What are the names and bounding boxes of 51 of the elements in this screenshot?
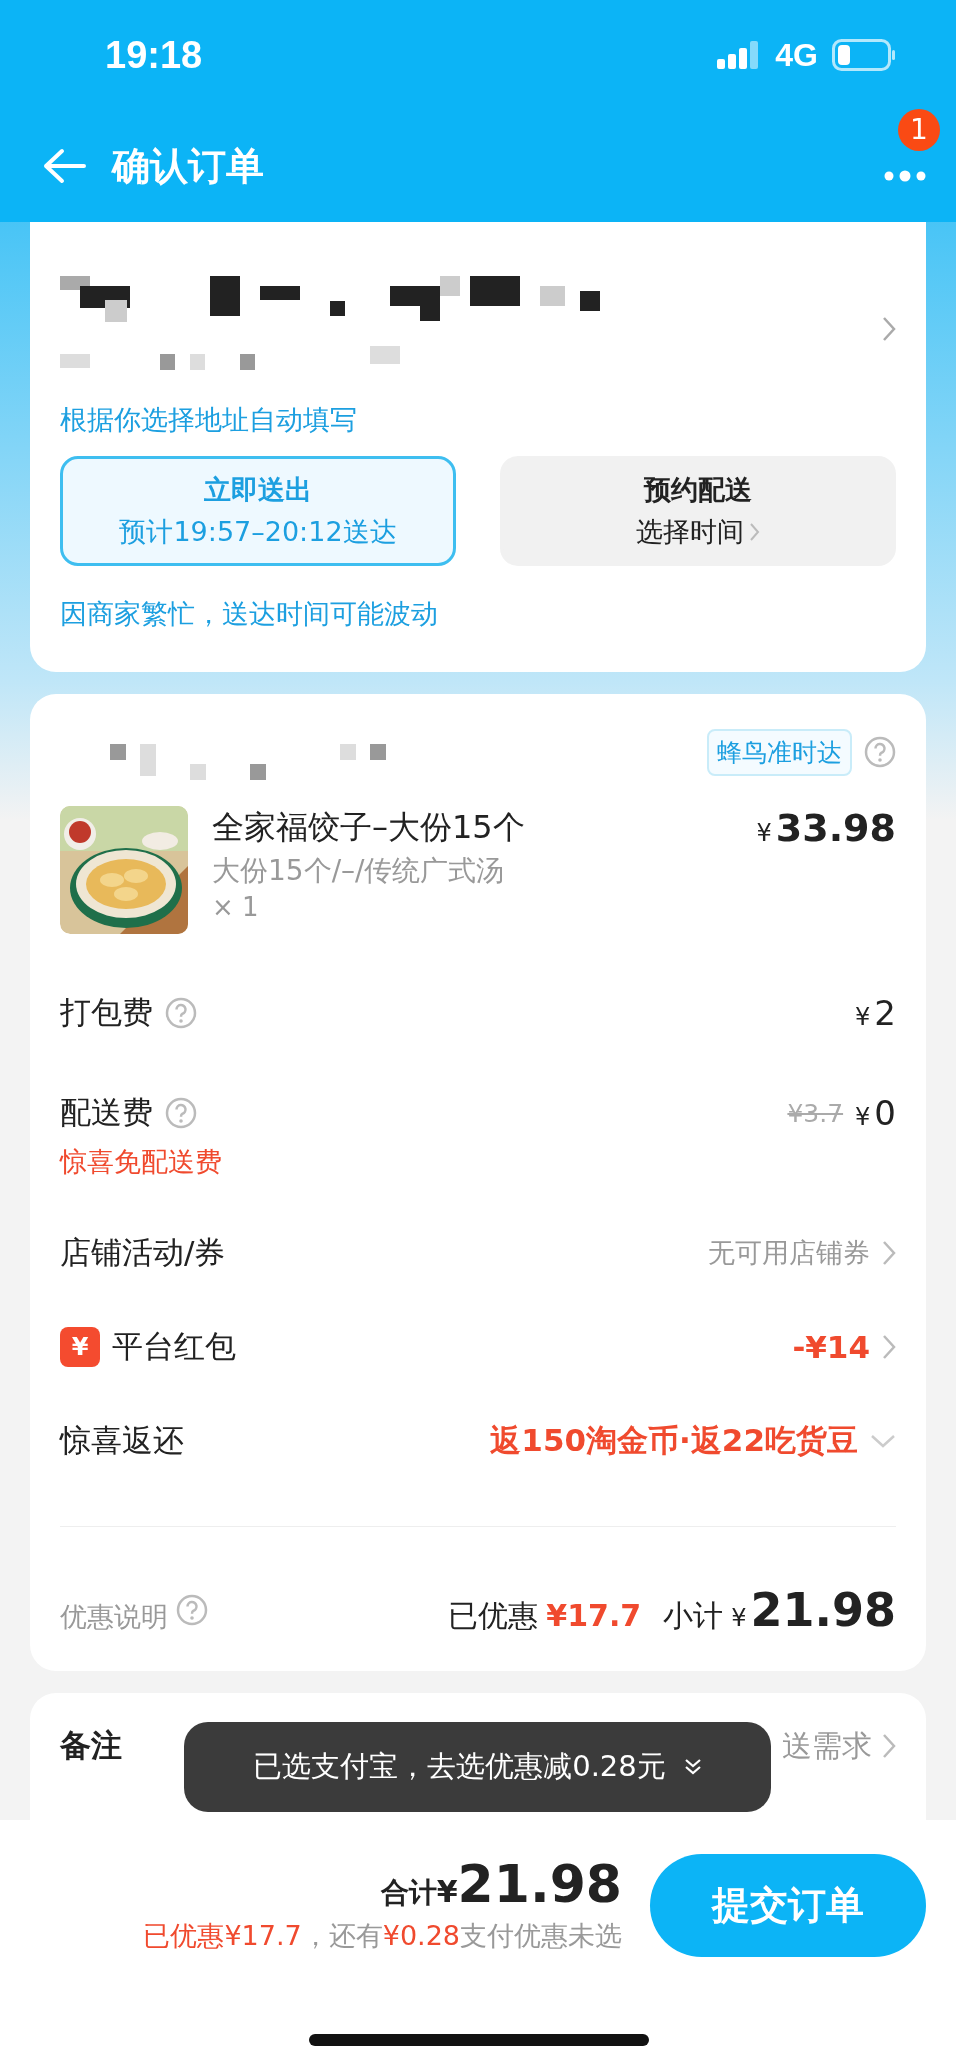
item-spec: 大份15个/–/传统广式汤 — [212, 853, 506, 889]
chevron-right-icon[interactable] — [882, 1240, 896, 1266]
original-fee: ¥3.7 — [787, 1098, 844, 1128]
delivery-tag: 蜂鸟准时达 — [707, 728, 852, 776]
more-icon[interactable] — [884, 169, 926, 182]
delivery-option[interactable]: 立即送出 预计19:57–20:12送达 — [60, 456, 456, 566]
saved-label: 已优惠 — [448, 1597, 539, 1635]
network-label: 4G — [775, 36, 818, 74]
page-title: 确认订单 — [112, 142, 265, 190]
row-label: 店铺活动/券 — [60, 1233, 226, 1272]
row-label: 惊喜返还 — [60, 1421, 184, 1460]
chevron-right-icon[interactable] — [882, 1334, 896, 1360]
fee-amount: ¥0 — [855, 1093, 896, 1133]
remark-label: 备注 — [60, 1726, 122, 1765]
back-arrow-icon[interactable] — [42, 148, 86, 184]
address-hint: 根据你选择地址自动填写 — [60, 403, 358, 437]
coupon-value[interactable]: 无可用店铺券 — [708, 1235, 870, 1271]
total-amount: 合计¥21.98 — [380, 1854, 622, 1914]
discount-summary: 已优惠¥17.7，还有¥0.28支付优惠未选 — [143, 1919, 622, 1953]
item-quantity: × 1 — [212, 892, 260, 922]
notification-badge: 1 — [898, 108, 940, 151]
help-icon[interactable] — [176, 1594, 208, 1626]
help-icon[interactable] — [165, 1097, 197, 1129]
chevron-right-icon[interactable] — [882, 316, 896, 342]
item-price: ¥33.98 — [756, 806, 896, 850]
fee-note: 惊喜免配送费 — [60, 1145, 223, 1179]
status-time: 19:18 — [105, 33, 203, 77]
reward-value[interactable]: 返150淘金币·返22吃货豆 — [490, 1420, 858, 1462]
subtotal-amount: ¥21.98 — [731, 1583, 896, 1637]
saved-amount: ¥17.7 — [546, 1598, 642, 1633]
chevron-down-icon[interactable] — [870, 1434, 896, 1448]
fee-label: 打包费 — [60, 993, 153, 1032]
submit-order-button[interactable]: 提交订单 — [650, 1854, 926, 1957]
help-icon[interactable] — [864, 736, 896, 768]
chevron-right-icon[interactable] — [882, 1733, 896, 1759]
subtotal-label: 小计 — [663, 1597, 724, 1635]
help-icon[interactable] — [165, 997, 197, 1029]
row-label: 平台红包 — [112, 1327, 236, 1366]
fee-amount: ¥2 — [855, 993, 896, 1033]
chevron-right-icon — [750, 522, 760, 542]
platform-coupon-value[interactable]: -¥14 — [792, 1329, 870, 1365]
payment-toast[interactable]: 已选支付宝，去选优惠减0.28元 — [184, 1722, 771, 1812]
battery-icon — [832, 39, 896, 71]
delivery-option[interactable]: 预约配送 选择时间 — [500, 456, 896, 566]
discount-info-label[interactable]: 优惠说明 — [60, 1599, 168, 1635]
remark-field[interactable]: 送需求 — [782, 1725, 872, 1767]
yuan-coupon-icon: ¥ — [60, 1327, 100, 1367]
double-chevron-down-icon — [683, 1758, 702, 1776]
item-name: 全家福饺子–大份15个 — [212, 807, 526, 848]
fee-label: 配送费 — [60, 1093, 153, 1132]
delivery-notice: 因商家繁忙，送达时间可能波动 — [60, 597, 439, 631]
